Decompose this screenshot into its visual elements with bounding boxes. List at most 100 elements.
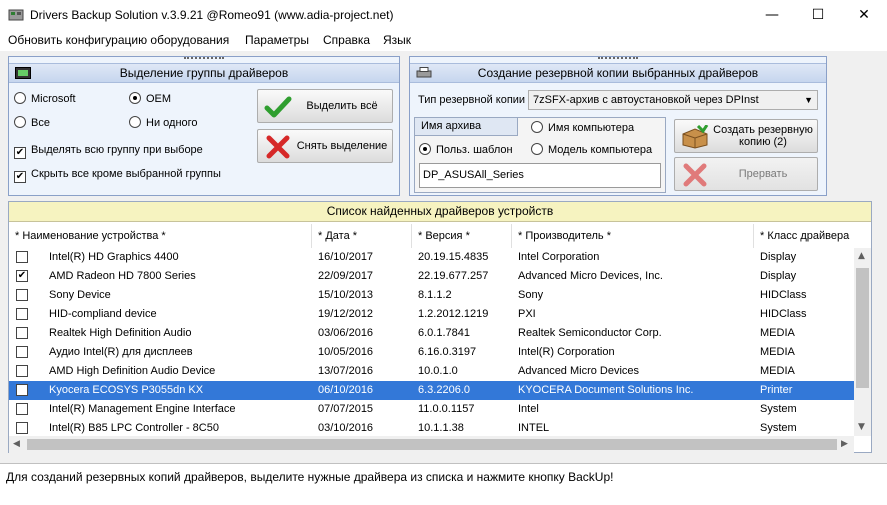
row-checkbox[interactable]: ✔ bbox=[16, 384, 28, 396]
cell-name: AMD Radeon HD 7800 Series bbox=[49, 270, 196, 282]
cell-class: MEDIA bbox=[760, 327, 795, 339]
check-hide-others-label: Скрыть все кроме выбранной группы bbox=[31, 168, 221, 180]
panel-grip[interactable] bbox=[598, 57, 638, 61]
radio-circle[interactable] bbox=[419, 143, 431, 155]
scroll-left-icon[interactable]: ◀ bbox=[13, 439, 20, 449]
panel-icon bbox=[15, 67, 31, 79]
radio-circle[interactable] bbox=[531, 143, 543, 155]
radio-computer-name[interactable]: Имя компьютера bbox=[531, 121, 634, 134]
backup-panel: Создание резервной копии выбранных драйв… bbox=[409, 56, 827, 196]
cell-version: 6.16.0.3197 bbox=[418, 346, 477, 358]
title-bar: Drivers Backup Solution v.3.9.21 @Romeo9… bbox=[0, 0, 887, 30]
abort-button[interactable]: Прервать bbox=[674, 157, 818, 191]
column-header-name[interactable]: * Наименование устройства * bbox=[9, 224, 312, 248]
scroll-right-icon[interactable]: ▶ bbox=[841, 439, 848, 449]
column-header-version[interactable]: * Версия * bbox=[412, 224, 512, 248]
cell-date: 19/12/2012 bbox=[318, 308, 374, 320]
backup-panel-title: Создание резервной копии выбранных драйв… bbox=[477, 66, 759, 80]
deselect-button[interactable]: Снять выделение bbox=[257, 129, 393, 163]
driver-list-panel: Список найденных драйверов устройств * Н… bbox=[8, 201, 872, 453]
horizontal-scrollbar[interactable]: ◀ ▶ bbox=[9, 436, 854, 453]
vertical-scroll-thumb[interactable] bbox=[856, 268, 869, 388]
table-row[interactable]: Intel(R) Management Engine Interface 07/0… bbox=[9, 400, 854, 419]
backup-type-label: Тип резервной копии bbox=[418, 94, 526, 106]
row-checkbox[interactable] bbox=[16, 251, 28, 263]
radio-user-template[interactable]: Польз. шаблон bbox=[419, 143, 513, 156]
vertical-scrollbar[interactable]: ▲ ▼ bbox=[854, 248, 871, 436]
cell-vendor: Intel bbox=[518, 403, 539, 415]
cell-version: 11.0.0.1157 bbox=[418, 403, 475, 415]
maximize-button[interactable]: ☐ bbox=[795, 0, 841, 30]
menu-help[interactable]: Справка bbox=[323, 33, 370, 47]
select-all-button[interactable]: Выделить всё bbox=[257, 89, 393, 123]
printer-icon bbox=[416, 67, 432, 78]
table-row[interactable]: AMD High Definition Audio Device 13/07/20… bbox=[9, 362, 854, 381]
menu-settings[interactable]: Параметры bbox=[245, 33, 309, 47]
radio-circle[interactable] bbox=[129, 92, 141, 104]
cell-version: 10.0.1.0 bbox=[418, 365, 458, 377]
cell-date: 07/07/2015 bbox=[318, 403, 374, 415]
column-header-vendor[interactable]: * Производитель * bbox=[512, 224, 754, 248]
cell-class: Printer bbox=[760, 384, 793, 396]
menu-language[interactable]: Язык bbox=[383, 33, 411, 47]
radio-circle[interactable] bbox=[14, 92, 26, 104]
table-row[interactable]: Sony Device 15/10/2013 8.1.1.2 Sony HIDClass bbox=[9, 286, 854, 305]
cell-name: AMD High Definition Audio Device bbox=[49, 365, 216, 377]
cell-class: HIDClass bbox=[760, 289, 807, 301]
radio-circle[interactable] bbox=[129, 116, 141, 128]
radio-computer-model-label: Модель компьютера bbox=[548, 144, 653, 156]
radio-all[interactable]: Все bbox=[14, 116, 50, 129]
cell-vendor: Intel Corporation bbox=[518, 251, 600, 263]
panel-grip[interactable] bbox=[184, 57, 224, 61]
row-checkbox[interactable] bbox=[16, 289, 28, 301]
cell-class: System bbox=[760, 403, 797, 415]
table-row[interactable]: Realtek High Definition Audio 03/06/2016 6… bbox=[9, 324, 854, 343]
archive-name-tab: Имя архива bbox=[414, 117, 518, 136]
radio-circle[interactable] bbox=[14, 116, 26, 128]
create-backup-label: Создать резервную копию (2) bbox=[713, 124, 813, 148]
backup-type-select[interactable]: 7zSFX-архив с автоустановкой через DPIns… bbox=[528, 90, 818, 110]
close-button[interactable]: ✕ bbox=[841, 0, 887, 30]
create-backup-button[interactable]: Создать резервную копию (2) bbox=[674, 119, 818, 153]
column-header-class[interactable]: * Класс драйвера bbox=[754, 224, 854, 248]
scroll-up-icon[interactable]: ▲ bbox=[858, 251, 865, 261]
table-row[interactable]: Intel(R) HD Graphics 4400 16/10/2017 20.19… bbox=[9, 248, 854, 267]
cell-name: Intel(R) Management Engine Interface bbox=[49, 403, 236, 415]
radio-none[interactable]: Ни одного bbox=[129, 116, 198, 129]
cell-version: 8.1.1.2 bbox=[418, 289, 452, 301]
deselect-label: Снять выделение bbox=[296, 140, 388, 152]
horizontal-scroll-thumb[interactable] bbox=[27, 439, 837, 450]
row-checkbox[interactable] bbox=[16, 403, 28, 415]
radio-microsoft[interactable]: Microsoft bbox=[14, 92, 76, 105]
checkmark-icon bbox=[264, 96, 292, 118]
row-checkbox[interactable] bbox=[16, 327, 28, 339]
checkbox[interactable]: ✔ bbox=[14, 147, 26, 159]
group-panel-title: Выделение группы драйверов bbox=[119, 66, 289, 80]
row-checkbox[interactable] bbox=[16, 308, 28, 320]
row-checkbox[interactable] bbox=[16, 365, 28, 377]
cell-version: 6.3.2206.0 bbox=[418, 384, 470, 396]
radio-computer-model[interactable]: Модель компьютера bbox=[531, 143, 652, 156]
box-icon bbox=[682, 125, 709, 149]
radio-user-template-label: Польз. шаблон bbox=[436, 144, 513, 156]
table-row[interactable]: Аудио Intel(R) для дисплеев 10/05/2016 6.1… bbox=[9, 343, 854, 362]
row-checkbox[interactable] bbox=[16, 346, 28, 358]
table-row[interactable]: ✔ Kyocera ECOSYS P3055dn KX 06/10/2016 6.3.… bbox=[9, 381, 854, 400]
row-checkbox[interactable] bbox=[16, 422, 28, 434]
window-title: Drivers Backup Solution v.3.9.21 @Romeo9… bbox=[30, 8, 394, 22]
radio-none-label: Ни одного bbox=[146, 117, 198, 129]
checkbox[interactable]: ✔ bbox=[14, 171, 26, 183]
cell-date: 15/10/2013 bbox=[318, 289, 374, 301]
radio-oem[interactable]: OEM bbox=[129, 92, 171, 105]
table-row[interactable]: HID-compliand device 19/12/2012 1.2.2012.1… bbox=[9, 305, 854, 324]
archive-name-input[interactable]: DP_ASUSAll_Series bbox=[419, 163, 661, 188]
radio-circle[interactable] bbox=[531, 121, 543, 133]
check-hide-others[interactable]: ✔ Скрыть все кроме выбранной группы bbox=[14, 168, 221, 183]
table-row[interactable]: ✔ AMD Radeon HD 7800 Series 22/09/2017 22.1… bbox=[9, 267, 854, 286]
minimize-button[interactable]: — bbox=[749, 0, 795, 30]
check-select-group[interactable]: ✔ Выделять всю группу при выборе bbox=[14, 144, 203, 159]
column-header-date[interactable]: * Дата * bbox=[312, 224, 412, 248]
menu-update-hardware[interactable]: Обновить конфигурацию оборудования bbox=[8, 33, 229, 47]
scroll-down-icon[interactable]: ▼ bbox=[858, 422, 865, 432]
row-checkbox[interactable]: ✔ bbox=[16, 270, 28, 282]
